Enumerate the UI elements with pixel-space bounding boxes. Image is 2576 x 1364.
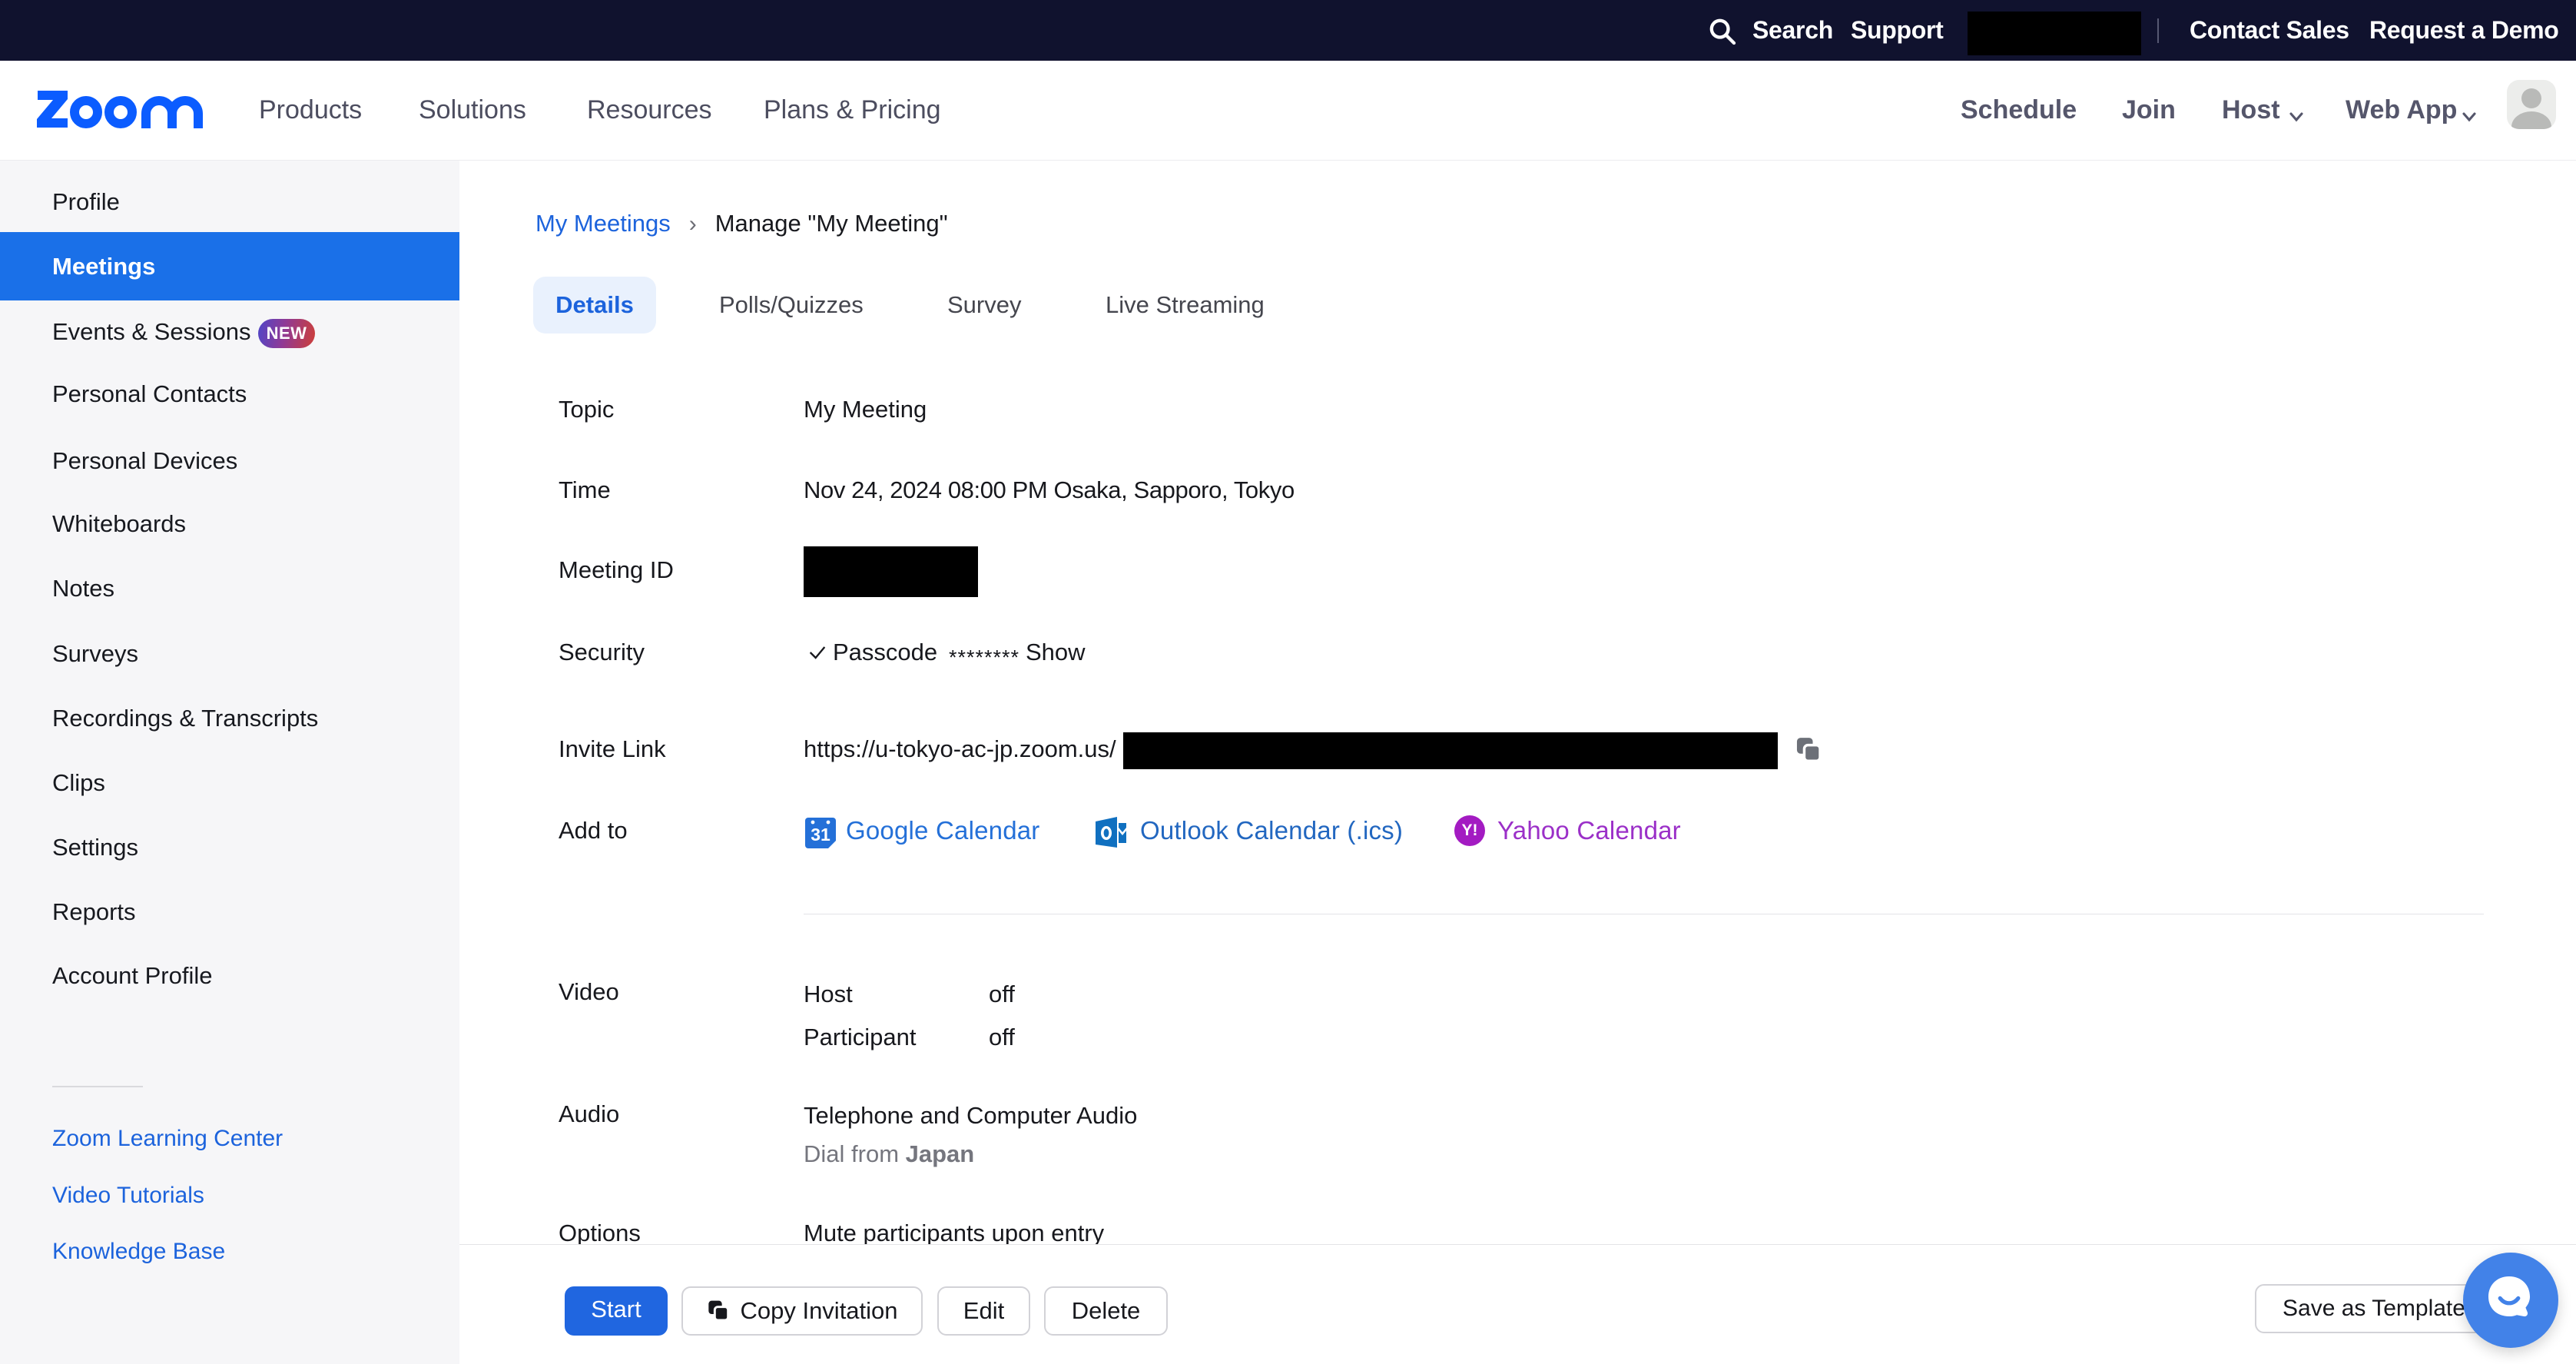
- svg-text:31: 31: [811, 825, 830, 845]
